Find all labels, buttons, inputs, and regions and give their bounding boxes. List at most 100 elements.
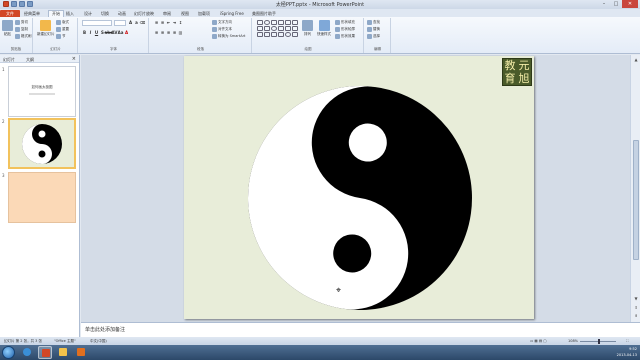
zoom-slider[interactable] <box>580 339 616 344</box>
format-painter-button[interactable]: 格式刷 <box>15 34 32 39</box>
shape-outline-button[interactable]: 形状轮廓 <box>335 27 355 32</box>
change-case-icon[interactable]: Aa <box>118 30 124 35</box>
scissors-icon <box>15 20 20 25</box>
cut-button[interactable]: 剪切 <box>15 20 28 25</box>
align-right-icon[interactable]: ≡ <box>166 30 171 35</box>
underline-icon[interactable]: U <box>94 30 99 35</box>
tab-file[interactable]: 文件 <box>0 10 20 17</box>
view-buttons[interactable]: ▭ ▦ ▤ ▢ <box>530 339 547 343</box>
new-slide-button[interactable]: 新建幻灯片 <box>37 20 55 37</box>
select-button[interactable]: 选择 <box>367 34 380 39</box>
shrink-font-icon[interactable]: a <box>134 20 139 25</box>
line-spacing-icon[interactable]: ↕ <box>178 20 183 25</box>
next-slide-icon[interactable]: ⇟ <box>632 312 640 319</box>
tab-review[interactable]: 审阅 <box>163 10 171 17</box>
char-spacing-icon[interactable]: AV <box>112 30 118 35</box>
slide-counter: 幻灯片 第 2 张，共 3 张 <box>4 339 43 343</box>
taskbar-ie[interactable] <box>20 346 34 359</box>
minimize-button[interactable]: – <box>598 0 610 8</box>
shapes-gallery[interactable] <box>257 20 298 37</box>
font-name-box[interactable] <box>82 20 112 26</box>
slide-editor: ⌖ 教 元 育 旭 <box>81 55 630 322</box>
tab-view[interactable]: 视图 <box>181 10 189 17</box>
slide-thumbnail-3[interactable] <box>8 172 76 223</box>
tab-home[interactable]: 开始 <box>48 10 64 17</box>
align-left-icon[interactable]: ≡ <box>154 30 159 35</box>
start-button[interactable] <box>2 346 15 359</box>
scroll-up-icon[interactable]: ▲ <box>632 56 640 63</box>
fill-icon <box>335 20 340 25</box>
current-slide[interactable]: ⌖ 教 元 育 旭 <box>184 56 534 319</box>
taskbar: 9:52 2013-04-13 <box>0 345 640 360</box>
taskbar-media[interactable] <box>74 346 88 359</box>
tab-meitu[interactable]: 美图图片助手 <box>252 10 276 17</box>
slide-thumbnail-1[interactable]: 如何画太极图 <box>8 66 76 117</box>
clear-format-icon[interactable]: ⌫ <box>140 20 146 25</box>
slide-number: 2 <box>2 119 5 124</box>
copy-button[interactable]: 复制 <box>15 27 28 32</box>
bullets-icon[interactable]: ≡ <box>154 20 159 25</box>
increase-indent-icon[interactable]: ⇥ <box>172 20 177 25</box>
close-button[interactable]: ✕ <box>622 0 638 8</box>
font-label: 字体 <box>110 47 117 51</box>
taskbar-folder[interactable] <box>56 346 70 359</box>
replace-button[interactable]: 替换 <box>367 27 380 32</box>
slide-number: 1 <box>2 67 5 72</box>
scroll-down-icon[interactable]: ▼ <box>632 295 640 302</box>
thumbnail-title: 如何画太极图 <box>31 85 53 89</box>
italic-icon[interactable]: I <box>88 30 93 35</box>
shape-effects-button[interactable]: 形状效果 <box>335 34 355 39</box>
numbering-icon[interactable]: ≡ <box>160 20 165 25</box>
vertical-scrollbar[interactable]: ▲ ▼ ⇞ ⇟ <box>630 55 640 322</box>
arrange-button[interactable]: 排列 <box>302 20 313 37</box>
language-indicator[interactable]: 中文(中国) <box>90 339 107 344</box>
tab-insert[interactable]: 插入 <box>66 10 74 17</box>
title-bar: 太極PPT.pptx - Microsoft PowerPoint – □ ✕ <box>0 0 640 9</box>
find-icon <box>367 20 372 25</box>
bold-icon[interactable]: B <box>82 30 87 35</box>
strike-icon[interactable]: abc <box>105 30 113 35</box>
layout-button[interactable]: 版式 <box>56 20 69 25</box>
reset-button[interactable]: 重置 <box>56 27 69 32</box>
find-button[interactable]: 查找 <box>367 20 380 25</box>
smartart-button[interactable]: 转换为 SmartArt <box>212 34 245 39</box>
tab-ispring[interactable]: iSpring Free <box>220 10 244 17</box>
yin-yang-symbol[interactable]: ⌖ <box>184 56 534 319</box>
grow-font-icon[interactable]: A <box>128 20 133 25</box>
zoom-level[interactable]: 108% <box>568 339 578 343</box>
zoom-slider-knob[interactable] <box>598 339 600 344</box>
section-icon <box>56 34 61 39</box>
section-button[interactable]: 节 <box>56 34 66 39</box>
fit-slide-icon[interactable]: ⛶ <box>626 339 628 343</box>
tab-slides-pane[interactable]: 幻灯片 <box>3 56 15 63</box>
tab-animations[interactable]: 动画 <box>118 10 126 17</box>
columns-icon[interactable]: ▥ <box>178 30 183 35</box>
tab-slideshow[interactable]: 幻灯片放映 <box>134 10 154 17</box>
tab-outline-pane[interactable]: 大纲 <box>26 56 34 63</box>
tab-transitions[interactable]: 切换 <box>101 10 109 17</box>
system-tray[interactable]: 9:52 2013-04-13 <box>617 346 637 358</box>
tab-classic-menu[interactable]: 经典菜单 <box>24 10 40 17</box>
tab-design[interactable]: 设计 <box>84 10 92 17</box>
maximize-button[interactable]: □ <box>610 0 622 8</box>
quick-styles-button[interactable]: 快速样式 <box>317 20 331 37</box>
scrollbar-thumb[interactable] <box>633 140 639 260</box>
font-size-box[interactable] <box>114 20 126 26</box>
paintbrush-icon <box>15 34 20 39</box>
close-icon[interactable]: × <box>72 56 76 62</box>
text-direction-button[interactable]: 文字方向 <box>212 20 232 25</box>
decrease-indent-icon[interactable]: ⇤ <box>166 20 171 25</box>
paste-button[interactable]: 粘贴 <box>2 20 13 37</box>
font-group: Aa ⌫ B I U S abc AV Aa A 字体 <box>79 18 149 53</box>
align-text-button[interactable]: 对齐文本 <box>212 27 232 32</box>
align-center-icon[interactable]: ≡ <box>160 30 165 35</box>
slide-thumbnail-2[interactable] <box>8 118 76 169</box>
tab-addins[interactable]: 加载项 <box>198 10 210 17</box>
justify-icon[interactable]: ≡ <box>172 30 177 35</box>
notes-pane[interactable]: 单击此处添加备注 <box>81 322 640 337</box>
previous-slide-icon[interactable]: ⇞ <box>632 304 640 311</box>
shape-fill-button[interactable]: 形状填充 <box>335 20 355 25</box>
taskbar-powerpoint[interactable] <box>38 346 52 359</box>
ie-icon <box>23 348 31 356</box>
font-color-icon[interactable]: A <box>124 30 129 35</box>
